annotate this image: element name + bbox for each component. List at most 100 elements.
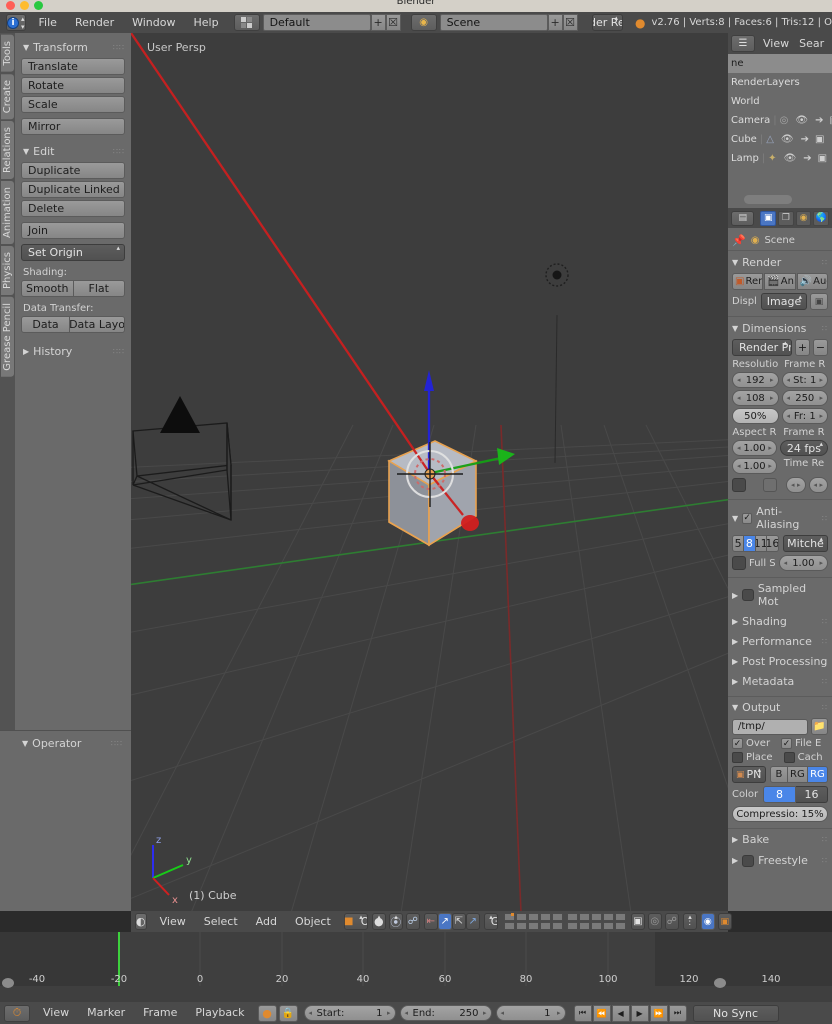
duplicate-button[interactable]: Duplicate [21,162,125,179]
properties-editor-icon[interactable]: ▤ [731,210,755,226]
color-bw-button[interactable]: B [770,766,788,783]
resolution-percentage-slider[interactable]: 50% [732,408,779,424]
outliner-row-renderlayers[interactable]: RenderLayers [728,73,832,92]
output-path-field[interactable]: /tmp/ [732,718,808,735]
menu-render[interactable]: Render [66,13,123,33]
scene-field[interactable]: Scene [439,14,548,31]
outliner-row-cube[interactable]: Cube | △ 👁 ➔ ▣ [728,130,832,149]
outliner-row-camera[interactable]: Camera | ◎ 👁 ➔ ▣ [728,111,832,130]
resolution-y-field[interactable]: 108 [732,390,779,406]
tab-render-layers[interactable]: ❐ [778,210,794,226]
sampled-motion-checkbox[interactable] [742,589,754,601]
shade-flat-button[interactable]: Flat [73,280,125,297]
color-rgb-button[interactable]: RG [787,766,808,783]
timeline-editor-icon[interactable]: ⏱ [4,1004,30,1022]
panel-edit-header[interactable]: ▼ Edit ∷∷ [23,145,125,158]
render-preset-select[interactable]: Render Pr... [732,339,792,356]
panel-shading-header[interactable]: ▶ Shading ∷ [732,615,828,628]
tab-render[interactable]: ▣ [760,210,777,226]
camera-data-icon[interactable]: ◎ [780,115,789,126]
panel-sampled-motion-header[interactable]: ▶ Sampled Mot [732,582,828,608]
tab-scene[interactable]: ◉ [795,210,812,226]
timeline-menu-frame[interactable]: Frame [134,1003,186,1023]
viewport-canvas[interactable]: z y x [131,33,728,911]
window-controls[interactable] [6,1,43,10]
render-icon[interactable]: ▣ [818,153,827,164]
tab-grease-pencil[interactable]: Grease Pencil [1,296,14,377]
panel-performance-header[interactable]: ▶ Performance ∷ [732,635,828,648]
panel-antialiasing-header[interactable]: ▼ ✓ Anti-Aliasing ∷ [732,505,828,531]
outliner-editor-icon[interactable]: ☰ [731,35,755,52]
lock-layers-toggle[interactable]: ▣ [630,913,645,930]
timeline-scroll-right-handle[interactable] [714,978,726,988]
transform-orientation-select[interactable]: Global [483,913,498,930]
eye-icon[interactable]: 👁 [795,115,808,126]
auto-keyframe-toggle[interactable]: ● [257,1004,277,1022]
aa-samples-11-button[interactable]: 11 [755,535,767,552]
scene-layers-grid[interactable] [503,913,626,930]
render-icon[interactable]: ▣ [815,134,824,145]
render-audio-button[interactable]: 🔊 Aud [796,273,828,290]
pin-icon[interactable]: 📌 [732,234,746,247]
aspect-y-field[interactable]: 1.00 [732,458,777,474]
outliner-menu-view[interactable]: View [757,34,795,54]
border-checkbox[interactable] [732,478,746,492]
viewport-shading-select[interactable]: ● [371,913,386,930]
data-layout-transfer-button[interactable]: Data Layo [70,316,125,333]
playback-transport-controls[interactable]: ⏮ ⏪ ◀ ▶ ⏩ ⏭ [573,1004,687,1022]
remove-render-preset-button[interactable]: − [813,339,828,356]
tab-world[interactable]: 🌎 [813,210,829,226]
cursor-icon[interactable]: ➔ [815,115,823,126]
jump-to-end-button[interactable]: ⏭ [668,1004,687,1022]
frame-start-field[interactable]: St: 1 [781,372,828,388]
aa-filter-select[interactable]: Mitche [783,535,828,552]
frame-rate-select[interactable]: 24 fps [779,440,828,456]
delete-button[interactable]: Delete [21,200,125,217]
file-extensions-checkbox[interactable]: ✓ [781,738,793,749]
lock-time-toggle[interactable]: 🔒 [278,1004,298,1022]
panel-operator-header[interactable]: ▼ Operator ∷∷ [0,731,131,750]
viewport-menu-select[interactable]: Select [195,912,247,932]
render-opengl-anim-button[interactable]: ▣ [717,913,732,930]
play-button[interactable]: ▶ [630,1004,649,1022]
timeline-scroll-left-handle[interactable] [2,978,14,988]
time-remap-old-field[interactable] [786,477,806,493]
current-frame-field[interactable]: 1 [495,1005,566,1021]
add-screen-layout-button[interactable]: + [370,14,386,31]
panel-dimensions-header[interactable]: ▼ Dimensions ∷ [732,322,828,335]
antialiasing-checkbox[interactable]: ✓ [742,512,753,524]
timeline-menu-marker[interactable]: Marker [78,1003,134,1023]
viewport-menu-view[interactable]: View [151,912,195,932]
placeholders-checkbox[interactable] [732,752,743,763]
cache-result-checkbox[interactable] [783,752,795,763]
display-mode-select[interactable]: Image [761,293,807,310]
outliner-row-scene[interactable]: ne [728,54,832,73]
viewport-menu-object[interactable]: Object [286,912,340,932]
overwrite-checkbox[interactable]: ✓ [732,738,743,749]
duplicate-linked-button[interactable]: Duplicate Linked [21,181,125,198]
aa-samples-5-button[interactable]: 5 [732,535,745,552]
next-keyframe-button[interactable]: ⏩ [649,1004,668,1022]
tab-relations[interactable]: Relations [1,120,14,179]
aa-samples-16-button[interactable]: 16 [766,535,780,552]
panel-render-header[interactable]: ▼ Render ∷ [732,256,828,269]
minimize-window-button[interactable] [20,1,29,10]
render-image-button[interactable]: ▣ Ren [732,273,764,290]
mirror-button[interactable]: Mirror [21,118,125,135]
panel-metadata-header[interactable]: ▶ Metadata ∷ [732,675,828,688]
end-frame-field[interactable]: End: 250 [399,1005,492,1021]
delete-scene-button[interactable]: ☒ [562,14,578,31]
snap-during-transform-toggle[interactable]: ☍ [405,913,420,930]
join-button[interactable]: Join [21,222,125,239]
frame-end-field[interactable]: 250 [781,390,828,406]
snap-element-select[interactable]: ⋮ [682,913,697,930]
panel-history-header[interactable]: ▶ History ∷∷ [23,345,125,358]
file-format-select[interactable]: ▣ PN [732,766,766,783]
maximize-window-button[interactable] [34,1,43,10]
browse-output-path-button[interactable]: 📁 [811,718,828,735]
shade-smooth-button[interactable]: Smooth [21,280,74,297]
menu-file[interactable]: File [30,13,66,33]
data-transfer-button[interactable]: Data [21,316,70,333]
delete-screen-layout-button[interactable]: ☒ [385,14,401,31]
panel-transform-header[interactable]: ▼ Transform ∷∷ [23,41,125,54]
